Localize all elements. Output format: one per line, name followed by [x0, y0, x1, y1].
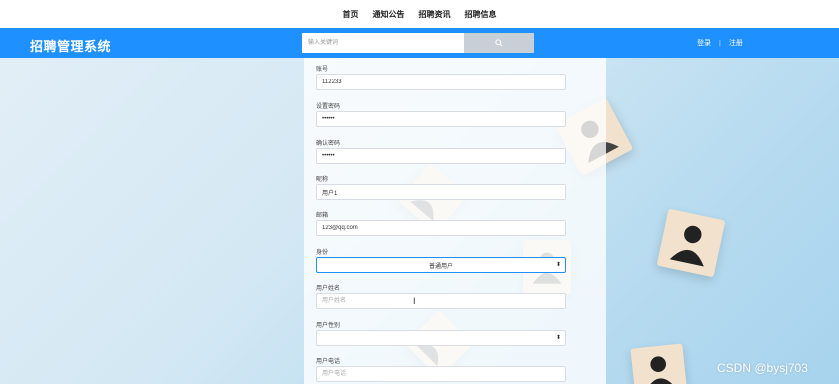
register-link[interactable]: 注册 [729, 38, 743, 48]
phone-field: 用户电话 [316, 356, 566, 382]
real-name-field: 用户姓名 [316, 283, 566, 309]
nav-recruit-news[interactable]: 招聘资讯 [419, 9, 451, 20]
nickname-field: 昵称 [316, 174, 566, 200]
person-cube-icon [656, 208, 726, 278]
header-bar: 招聘管理系统 登录 | 注册 [0, 28, 839, 58]
nickname-label: 昵称 [316, 177, 329, 183]
password-label: 设置密码 [316, 104, 341, 110]
confirm-password-label: 确认密码 [316, 141, 341, 147]
password-input[interactable]: •••••• [316, 111, 566, 127]
phone-input[interactable] [316, 366, 566, 382]
real-name-input[interactable] [316, 293, 566, 309]
search-button[interactable] [464, 33, 534, 53]
confirm-password-input[interactable]: •••••• [316, 148, 566, 164]
search-bar [302, 33, 534, 53]
watermark: CSDN @bysj703 [717, 361, 808, 375]
role-label: 身份 [316, 250, 329, 256]
nav-notices[interactable]: 通知公告 [373, 9, 405, 20]
search-icon [495, 39, 503, 47]
account-input[interactable] [316, 74, 566, 90]
auth-divider: | [719, 39, 721, 47]
password-field: 设置密码 •••••• [316, 101, 566, 127]
email-input[interactable] [316, 220, 566, 236]
select-arrow-icon: ⬍ [555, 262, 561, 268]
confirm-password-field: 确认密码 •••••• [316, 138, 566, 164]
nickname-input[interactable] [316, 184, 566, 200]
email-field: 邮箱 [316, 210, 566, 236]
account-label: 账号 [316, 67, 329, 73]
role-field: 身份 普通用户 ⬍ [316, 247, 566, 273]
login-link[interactable]: 登录 [697, 38, 711, 48]
gender-select[interactable]: ⬍ [316, 330, 566, 346]
gender-label: 用户性别 [316, 323, 341, 329]
email-label: 邮箱 [316, 213, 329, 219]
account-field: 账号 [316, 64, 566, 90]
gender-field: 用户性别 ⬍ [316, 320, 566, 346]
register-form: 账号 设置密码 •••••• 确认密码 •••••• 昵称 邮箱 身份 普通用户… [304, 58, 606, 384]
nav-recruit-info[interactable]: 招聘信息 [465, 9, 497, 20]
auth-links: 登录 | 注册 [697, 38, 743, 48]
role-select-value: 普通用户 [428, 263, 453, 270]
phone-label: 用户电话 [316, 359, 341, 365]
select-arrow-icon: ⬍ [555, 335, 561, 341]
top-nav: 首页 通知公告 招聘资讯 招聘信息 [0, 0, 839, 28]
person-cube-icon [630, 343, 688, 384]
nav-home[interactable]: 首页 [343, 9, 359, 20]
role-select[interactable]: 普通用户 ⬍ [316, 257, 566, 273]
real-name-label: 用户姓名 [316, 286, 341, 292]
text-cursor-icon: I [413, 296, 416, 306]
site-title: 招聘管理系统 [30, 39, 112, 54]
search-input[interactable] [302, 33, 464, 53]
